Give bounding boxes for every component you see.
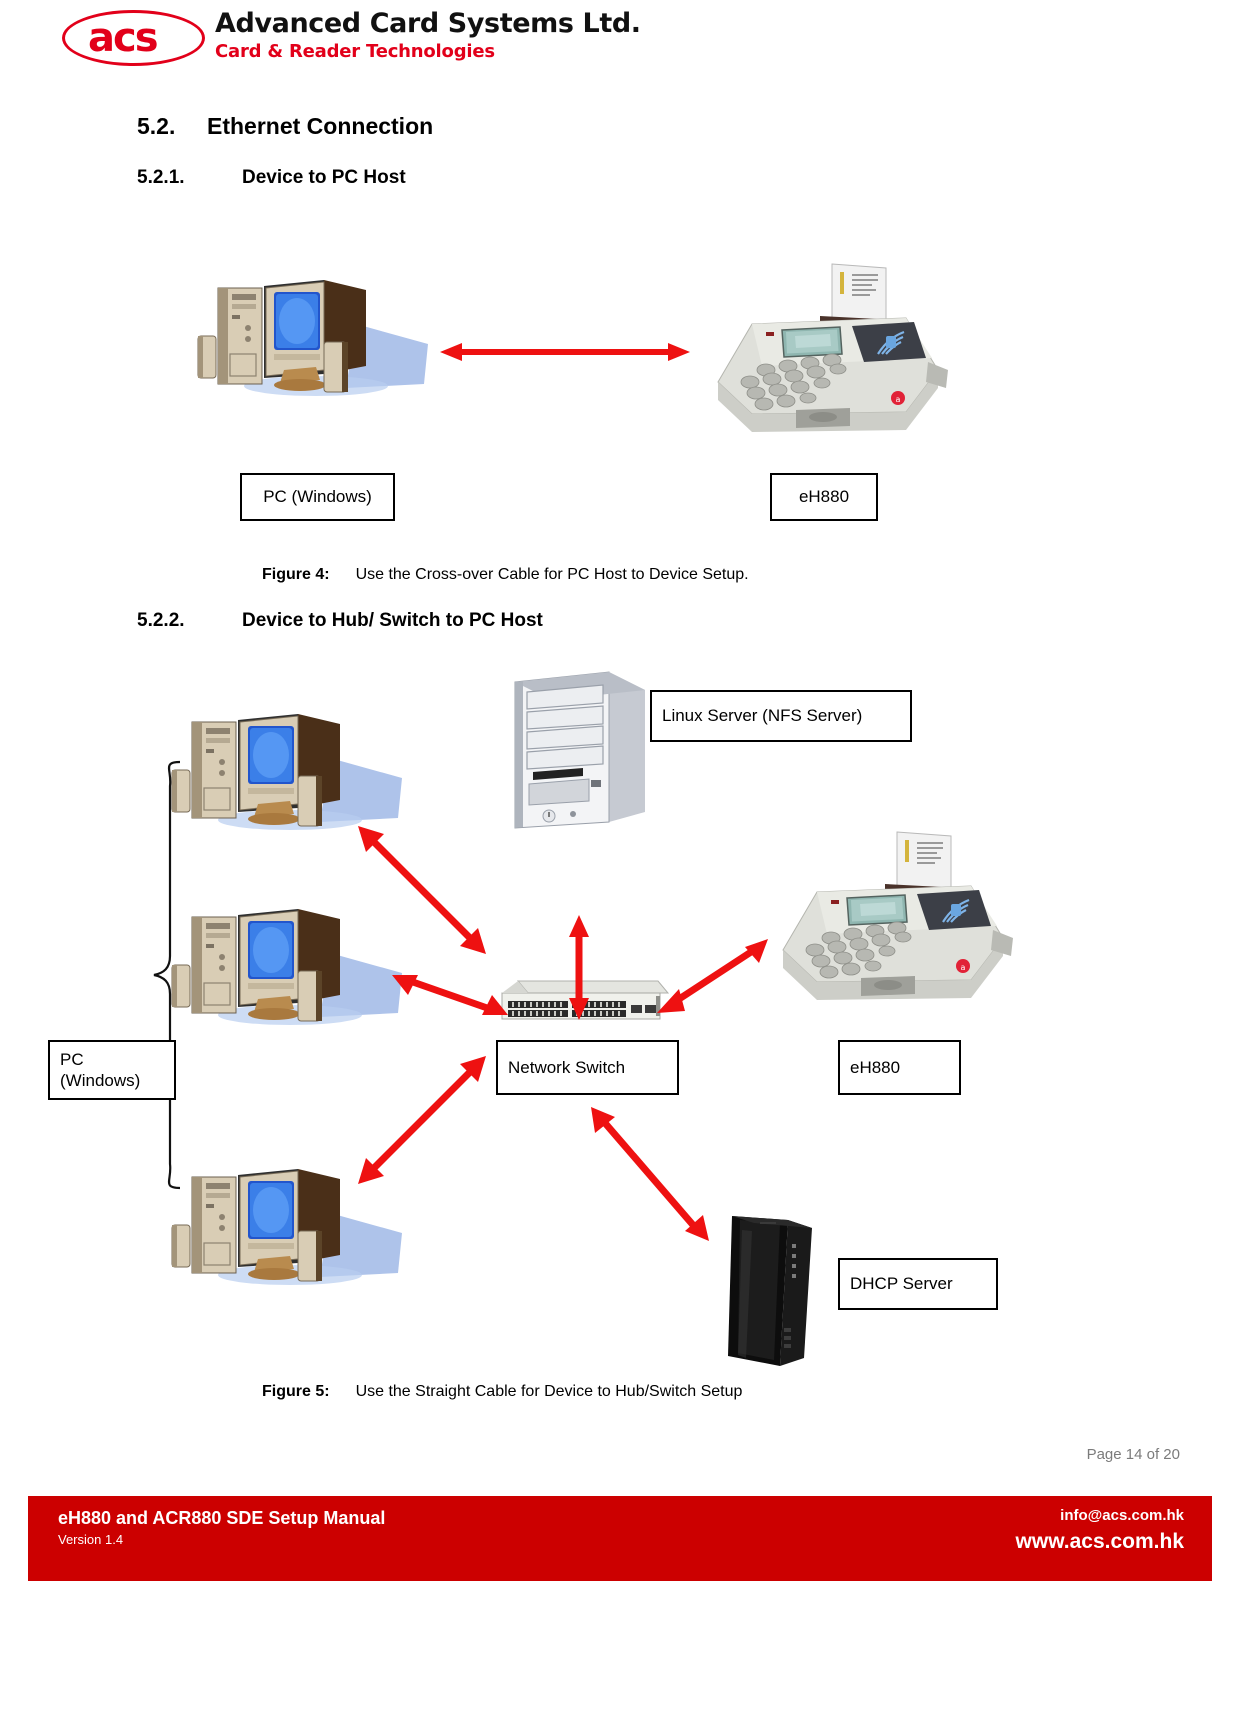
label-dhcp-server-text: DHCP Server — [850, 1274, 953, 1293]
arrow-switch-to-dhcp-server — [585, 1105, 715, 1245]
footer-document-title: eH880 and ACR880 SDE Setup Manual — [58, 1508, 386, 1528]
heading-5-2-2-number: 5.2.2. — [137, 610, 185, 631]
heading-5-2: 5.2. Ethernet Connection — [137, 113, 433, 140]
label-eh880-fig5-text: eH880 — [850, 1057, 901, 1077]
document-header: acs Advanced Card Systems Ltd. Card & Re… — [0, 0, 1240, 84]
arrow-pc1-to-switch — [352, 820, 492, 960]
arrow-pc3-to-switch — [352, 1050, 492, 1190]
heading-5-2-number: 5.2. — [137, 113, 176, 139]
label-linux-server: Linux Server (NFS Server) — [650, 690, 912, 742]
page-number: Page 14 of 20 — [1086, 1446, 1180, 1463]
label-pc-windows-fig4: PC (Windows) — [240, 473, 395, 521]
footer-website[interactable]: www.acs.com.hk — [1016, 1528, 1184, 1556]
heading-5-2-1: 5.2.1. Device to PC Host — [137, 167, 406, 189]
footer-left-block: eH880 and ACR880 SDE Setup Manual Versio… — [58, 1506, 385, 1550]
figure-4-caption-label: Figure 4: — [262, 566, 330, 583]
figure-5-caption-text: Use the Straight Cable for Device to Hub… — [355, 1383, 743, 1400]
svg-text:a: a — [961, 963, 966, 972]
arrow-switch-to-eh880 — [655, 935, 770, 1020]
arrow-pc2-to-switch — [390, 965, 510, 1025]
label-eh880-fig4-text: eH880 — [798, 487, 850, 506]
label-pc-windows-fig5: PC (Windows) — [48, 1040, 176, 1100]
pc-group-brace — [150, 760, 188, 1190]
label-pc-windows-fig5-text: PC (Windows) — [60, 1050, 141, 1090]
acs-logo-icon: acs — [62, 8, 207, 70]
document-footer: eH880 and ACR880 SDE Setup Manual Versio… — [28, 1496, 1212, 1581]
footer-email[interactable]: info@acs.com.hk — [1016, 1504, 1184, 1528]
pc-windows-illustration — [196, 266, 436, 401]
figure-4-caption-text: Use the Cross-over Cable for PC Host to … — [355, 566, 749, 583]
label-network-switch-text: Network Switch — [508, 1057, 626, 1077]
pc-windows-illustration-1 — [170, 700, 410, 835]
logo-text-block: Advanced Card Systems Ltd. Card & Reader… — [215, 8, 641, 64]
figure-5-caption-label: Figure 5: — [262, 1383, 330, 1400]
label-pc-windows-fig4-text: PC (Windows) — [263, 487, 372, 506]
heading-5-2-title: Ethernet Connection — [207, 113, 434, 139]
arrow-pc-to-device — [440, 340, 690, 364]
dhcp-server-illustration — [718, 1210, 818, 1370]
figure-4-caption: Figure 4: Use the Cross-over Cable for PC… — [262, 566, 749, 584]
logo-wordmark: acs — [88, 15, 159, 61]
svg-text:a: a — [896, 395, 901, 404]
heading-5-2-1-title: Device to PC Host — [242, 167, 406, 188]
label-eh880-fig4: eH880 — [770, 473, 878, 521]
figure-5-caption: Figure 5: Use the Straight Cable for Devi… — [262, 1383, 742, 1401]
heading-5-2-2: 5.2.2. Device to Hub/ Switch to PC Host — [137, 610, 543, 632]
eh880-device-illustration-fig5: a — [765, 830, 1015, 1005]
label-eh880-fig5: eH880 — [838, 1040, 961, 1095]
footer-right-block: info@acs.com.hk www.acs.com.hk — [1016, 1504, 1184, 1556]
label-dhcp-server: DHCP Server — [838, 1258, 998, 1310]
linux-server-illustration — [497, 660, 652, 830]
company-tagline: Card & Reader Technologies — [215, 41, 495, 62]
footer-version: Version 1.4 — [58, 1532, 124, 1547]
label-linux-server-text: Linux Server (NFS Server) — [662, 706, 863, 725]
eh880-device-illustration: a — [700, 262, 950, 437]
company-name: Advanced Card Systems Ltd. — [215, 8, 641, 39]
label-network-switch: Network Switch — [496, 1040, 679, 1095]
arrow-switch-to-linux-server — [565, 915, 593, 1020]
heading-5-2-2-title: Device to Hub/ Switch to PC Host — [242, 610, 543, 631]
heading-5-2-1-number: 5.2.1. — [137, 167, 185, 188]
